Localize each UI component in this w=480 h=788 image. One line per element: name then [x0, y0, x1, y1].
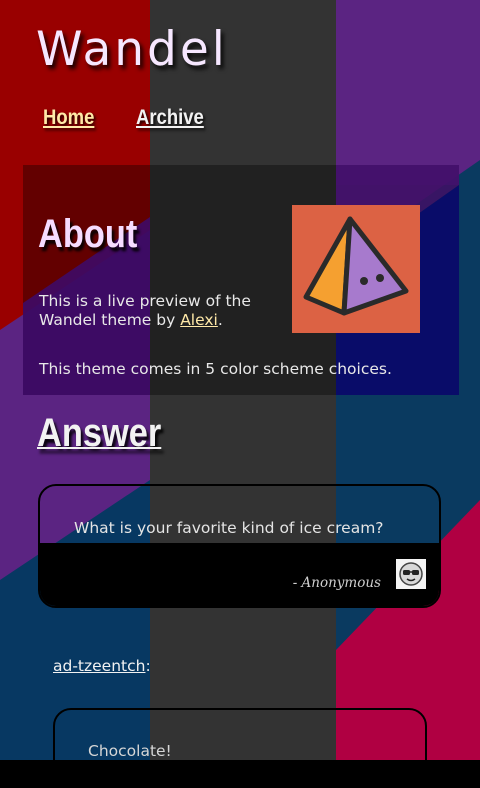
sunglasses-face-icon: [396, 559, 426, 589]
pyramid-face-icon: [292, 205, 420, 333]
answerer-line: ad-tzeentch:: [53, 657, 151, 675]
page: Wandel Home Archive About This is a live…: [0, 0, 480, 788]
about-text-suffix: .: [217, 311, 223, 329]
about-description: This is a live preview of the Wandel the…: [39, 292, 289, 330]
reply-text: Chocolate!: [88, 742, 172, 760]
about-heading: About: [38, 212, 138, 256]
nav-archive-link[interactable]: Archive: [136, 106, 204, 130]
about-color-schemes-text: This theme comes in 5 color scheme choic…: [39, 360, 392, 378]
asker-bar: - Anonymous: [40, 543, 439, 606]
site-title[interactable]: Wandel: [36, 22, 228, 77]
reply-box: Chocolate!: [53, 708, 427, 788]
question-area: What is your favorite kind of ice cream?: [40, 486, 439, 543]
nav-home-link[interactable]: Home: [43, 106, 94, 130]
answerer-colon: :: [145, 657, 151, 675]
asker-name: - Anonymous: [292, 575, 381, 591]
author-link[interactable]: Alexi: [180, 311, 218, 329]
answerer-link[interactable]: ad-tzeentch: [53, 657, 145, 675]
question-text: What is your favorite kind of ice cream?: [74, 519, 384, 537]
question-card: What is your favorite kind of ice cream?…: [38, 484, 441, 608]
answer-heading[interactable]: Answer: [37, 411, 161, 456]
